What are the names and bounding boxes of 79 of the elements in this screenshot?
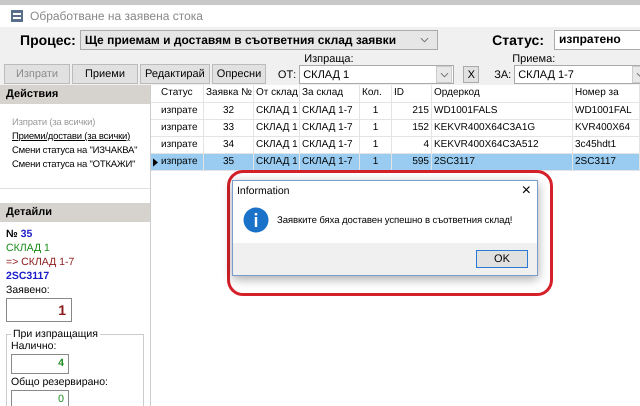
action-link[interactable]: Смени статуса на "ИЗЧАКВА" <box>12 144 138 157</box>
table-cell: WD1001FAL <box>573 103 640 119</box>
column-header[interactable]: Ордеркод <box>432 85 573 102</box>
table-cell: 215 <box>392 103 432 119</box>
column-header[interactable]: За склад <box>300 85 360 102</box>
action-link[interactable]: Смени статуса на "ОТКАЖИ" <box>12 158 136 171</box>
table-cell: 33 <box>204 120 254 136</box>
table-cell: WD1001FALS <box>432 103 573 119</box>
table-cell: СКЛАД 1 <box>254 154 300 170</box>
table-row[interactable]: изпрате 35 СКЛАД 1 СКЛАД 1-7 1 595 2SC3117 2SC3117 <box>151 154 640 171</box>
table-cell: СКЛАД 1-7 <box>300 137 360 153</box>
to-label: ЗА: <box>493 68 512 80</box>
table-cell: СКЛАД 1 <box>254 120 300 136</box>
table-cell: KEKVR400X64C3A512 <box>432 137 573 153</box>
toolbar-button[interactable]: Редактирай <box>140 64 210 84</box>
to-dropdown[interactable]: СКЛАД 1-7 <box>514 65 640 84</box>
dialog-title: Information <box>237 185 290 197</box>
process-dropdown[interactable]: Ще приемам и доставям в съответния склад заявки <box>80 30 438 50</box>
table-cell: 35 <box>204 154 254 170</box>
table-cell: СКЛАД 1 <box>254 137 300 153</box>
table-cell: 1 <box>360 103 392 119</box>
from-label: ОТ: <box>276 68 296 80</box>
table-cell: 3c45hdt1 <box>573 137 640 153</box>
table-cell: СКЛАД 1-7 <box>300 103 360 119</box>
table-cell: изпрате <box>159 137 204 153</box>
table-row[interactable]: изпрате 33 СКЛАД 1 СКЛАД 1-7 1 152 KEKVR400X64C3A1G KVR400X64 <box>151 120 640 137</box>
table-cell: 595 <box>392 154 432 170</box>
column-header[interactable]: ID <box>392 85 432 102</box>
table-cell: KEKVR400X64C3A1G <box>432 120 573 136</box>
section-header: Детайли <box>0 203 150 222</box>
table-cell: 2SC3117 <box>573 154 640 170</box>
ordered-field[interactable]: 1 <box>6 298 72 322</box>
table-cell: 32 <box>204 103 254 119</box>
sender-caption: Изпраща: <box>304 53 355 65</box>
column-header[interactable]: Статус <box>159 85 204 102</box>
order-code: 2SC3117 <box>6 270 50 282</box>
clear-button[interactable]: X <box>463 66 480 83</box>
table-cell: СКЛАД 1-7 <box>300 154 360 170</box>
section-header: Действия <box>0 85 150 104</box>
table-cell: изпрате <box>159 120 204 136</box>
table-cell: 1 <box>360 120 392 136</box>
reserved-field[interactable]: 0 <box>11 390 69 406</box>
table-cell: 1 <box>360 154 392 170</box>
window-title: Обработване на заявена стока <box>30 9 203 23</box>
available-field[interactable]: 4 <box>11 354 69 374</box>
column-header[interactable]: Заявка № <box>204 85 254 102</box>
table-cell: 2SC3117 <box>432 154 573 170</box>
table-cell: 4 <box>392 137 432 153</box>
toolbar-button[interactable]: Приеми <box>72 64 138 84</box>
table-cell: СКЛАД 1 <box>254 103 300 119</box>
table-cell: 34 <box>204 137 254 153</box>
table-cell: 1 <box>360 137 392 153</box>
toolbar-button[interactable]: Опресни <box>212 64 266 84</box>
column-header[interactable]: От склад <box>254 85 300 102</box>
status-field[interactable]: изпратено <box>554 30 640 50</box>
table-cell: СКЛАД 1-7 <box>300 120 360 136</box>
table-cell: KVR400X64 <box>573 120 640 136</box>
dialog-message: Заявките бяха доставен успешно в съответния склад! <box>277 214 512 226</box>
column-header[interactable]: Кол. <box>360 85 392 102</box>
ok-button[interactable]: OK <box>476 250 528 268</box>
to-warehouse: => СКЛАД 1-7 <box>6 256 76 268</box>
column-header[interactable]: Номер за <box>573 85 640 102</box>
table-cell: 152 <box>392 120 432 136</box>
action-link[interactable]: Приеми/достави (за всички) <box>12 130 130 143</box>
group-title: При изпращащия <box>12 328 99 340</box>
process-label: Процес: <box>20 32 76 48</box>
reserved-label: Общо резервирано: <box>11 376 109 388</box>
table-cell: изпрате <box>159 103 204 119</box>
table-row[interactable]: изпрате 32 СКЛАД 1 СКЛАД 1-7 1 215 WD1001FALS WD1001FAL <box>151 103 640 120</box>
from-dropdown[interactable]: СКЛАД 1 <box>299 65 454 84</box>
status-label: Статус: <box>492 32 544 48</box>
from-warehouse: СКЛАД 1 <box>6 242 51 254</box>
close-button[interactable]: × <box>516 182 537 200</box>
receiver-caption: Приема: <box>512 53 556 65</box>
ordered-label: Заявено: <box>6 284 51 296</box>
number-label: № <box>6 228 18 240</box>
order-number: 35 <box>20 228 32 240</box>
available-label: Налично: <box>11 340 58 352</box>
table-cell: изпрате <box>159 154 204 170</box>
